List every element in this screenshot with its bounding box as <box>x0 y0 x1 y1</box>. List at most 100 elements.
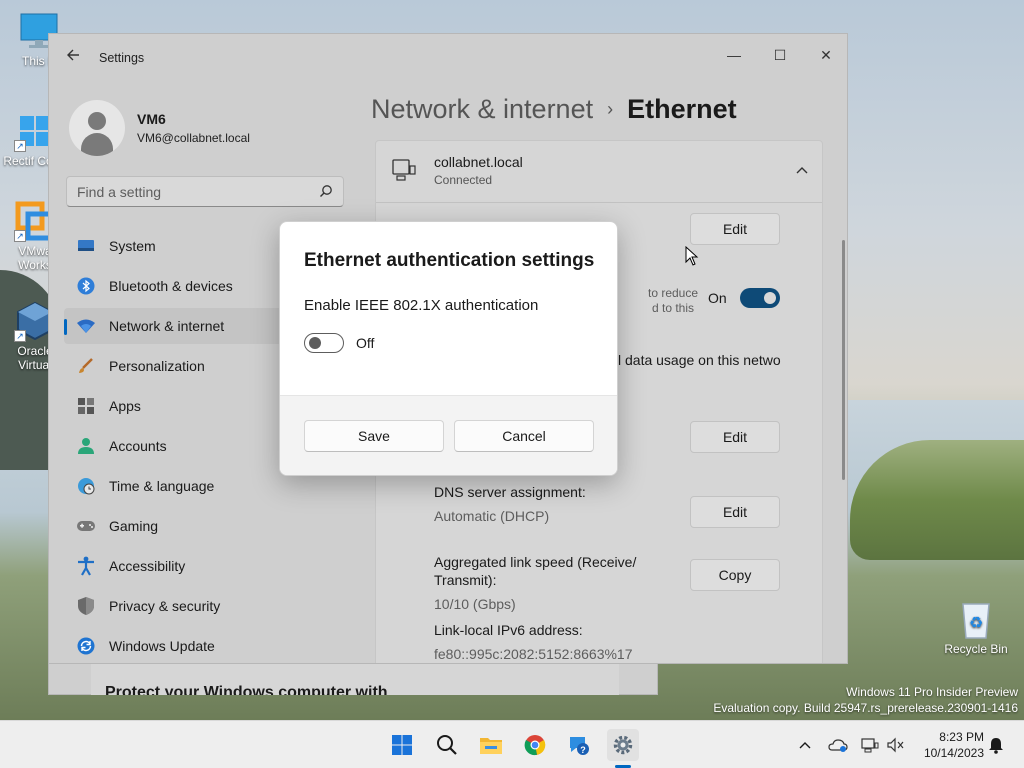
profile-email: VM6@collabnet.local <box>137 131 250 145</box>
onedrive-icon[interactable] <box>828 735 848 755</box>
chevron-up-icon[interactable] <box>796 161 808 177</box>
sidebar-item-label: Bluetooth & devices <box>109 278 233 294</box>
profile-name: VM6 <box>137 111 166 127</box>
app-title: Settings <box>99 51 145 65</box>
shortcut-arrow-icon: ↗ <box>14 140 26 152</box>
sidebar-item-gaming[interactable]: Gaming <box>64 508 354 544</box>
svg-text:?: ? <box>580 745 586 755</box>
data-usage-text: l data usage on this netwo <box>618 352 781 368</box>
clock-date: 10/14/2023 <box>923 746 984 760</box>
metered-description: d to this <box>652 301 695 315</box>
gamepad-icon <box>76 516 96 536</box>
shortcut-arrow-icon: ↗ <box>14 330 26 342</box>
dialog-title: Ethernet authentication settings <box>304 250 595 271</box>
link-speed-value: 10/10 (Gbps) <box>434 596 516 612</box>
title-bar: Settings — ☐ ✕ <box>49 34 847 82</box>
search-icon[interactable] <box>319 184 333 198</box>
sidebar-item-label: Gaming <box>109 518 159 534</box>
help-icon[interactable]: ? <box>563 729 595 761</box>
sidebar-item-label: Accessibility <box>109 558 186 574</box>
ipv6-value: fe80::995c:2082:5152:8663%17 <box>434 646 633 662</box>
chevron-up-icon[interactable] <box>795 735 815 755</box>
sidebar-item-label: Accounts <box>109 438 167 454</box>
build-watermark: Windows 11 Pro Insider Preview Evaluatio… <box>713 684 1018 716</box>
dns-label: DNS server assignment: <box>434 484 586 500</box>
metered-state: On <box>708 290 727 306</box>
search-icon[interactable] <box>431 729 463 761</box>
wifi-icon <box>76 316 96 336</box>
shield-icon <box>76 596 96 616</box>
sidebar-item-windows-update[interactable]: Windows Update <box>64 628 354 663</box>
maximize-button[interactable]: ☐ <box>757 40 803 70</box>
bluetooth-icon <box>76 276 96 296</box>
desktop-icon-label: Recycle Bin <box>944 642 1008 656</box>
ethernet-icon <box>392 158 416 182</box>
page-title: Ethernet <box>627 94 737 124</box>
system-clock[interactable]: 8:23 PM 10/14/2023 <box>912 729 984 761</box>
apps-icon <box>76 396 96 416</box>
person-icon <box>76 436 96 456</box>
watermark-line: Evaluation copy. Build 25947.rs_prerelea… <box>713 701 1018 715</box>
notification-bell-icon[interactable] <box>986 735 1006 755</box>
close-button[interactable]: ✕ <box>803 40 847 70</box>
minimize-button[interactable]: — <box>711 40 757 70</box>
globe-clock-icon <box>76 476 96 496</box>
taskbar: ? 8:23 PM 10/14/2023 <box>0 720 1024 768</box>
settings-icon[interactable] <box>607 729 639 761</box>
connection-status: Connected <box>434 173 493 187</box>
watermark-line: Windows 11 Pro Insider Preview <box>846 685 1018 699</box>
dialog-footer: Save Cancel <box>280 395 617 475</box>
monitor-icon <box>76 236 96 256</box>
brush-icon <box>76 356 96 376</box>
sidebar-item-accessibility[interactable]: Accessibility <box>64 548 354 584</box>
network-icon[interactable] <box>860 735 880 755</box>
search-box <box>66 176 344 207</box>
sidebar-item-label: Privacy & security <box>109 598 221 614</box>
file-explorer-icon[interactable] <box>475 729 507 761</box>
sidebar-item-label: Network & internet <box>109 318 225 334</box>
edit-dns-button[interactable]: Edit <box>690 496 780 528</box>
sidebar-item-label: Windows Update <box>109 638 215 654</box>
breadcrumb-parent[interactable]: Network & internet <box>371 94 593 125</box>
svg-text:♻: ♻ <box>969 615 983 632</box>
scrollbar[interactable] <box>842 240 845 480</box>
dns-value: Automatic (DHCP) <box>434 508 550 524</box>
chrome-icon[interactable] <box>519 729 551 761</box>
volume-muted-icon[interactable] <box>885 735 905 755</box>
search-input[interactable] <box>67 177 307 206</box>
shortcut-arrow-icon: ↗ <box>14 230 26 242</box>
back-arrow-icon[interactable] <box>63 48 83 68</box>
update-icon <box>76 636 96 656</box>
edit-authentication-button[interactable]: Edit <box>690 213 780 245</box>
clock-time: 8:23 PM <box>939 730 984 744</box>
desktop-icon-recycle-bin[interactable]: ♻ Recycle Bin <box>940 598 1012 656</box>
toggle-state-text: Off <box>356 335 375 351</box>
ieee-8021x-toggle[interactable] <box>304 333 344 353</box>
copy-button[interactable]: Copy <box>690 559 780 591</box>
mouse-cursor-icon <box>685 245 699 266</box>
connection-header[interactable]: collabnet.local Connected <box>376 141 822 203</box>
sidebar-item-label: Apps <box>109 398 141 414</box>
start-icon[interactable] <box>386 729 418 761</box>
avatar <box>69 100 125 156</box>
metered-toggle[interactable] <box>740 288 780 308</box>
background-window: Protect your Windows computer with <box>48 664 658 695</box>
sidebar-item-label: Personalization <box>109 358 205 374</box>
background-window-text: Protect your Windows computer with <box>105 684 388 695</box>
ieee-8021x-label: Enable IEEE 802.1X authentication <box>304 297 539 314</box>
profile[interactable]: VM6 VM6@collabnet.local <box>69 100 250 156</box>
ethernet-auth-dialog: Ethernet authentication settings Enable … <box>279 221 618 476</box>
recycle-bin-icon: ♻ <box>955 598 997 640</box>
breadcrumb: Network & internet › Ethernet <box>371 94 737 125</box>
breadcrumb-separator: › <box>607 99 614 119</box>
edit-ip-button[interactable]: Edit <box>690 421 780 453</box>
sidebar-item-label: System <box>109 238 156 254</box>
connection-name: collabnet.local <box>434 154 523 170</box>
cancel-button[interactable]: Cancel <box>454 420 594 452</box>
sidebar-item-label: Time & language <box>109 478 215 494</box>
save-button[interactable]: Save <box>304 420 444 452</box>
accessibility-icon <box>76 556 96 576</box>
ipv6-label: Link-local IPv6 address: <box>434 622 583 638</box>
metered-description: to reduce <box>648 286 699 300</box>
sidebar-item-privacy[interactable]: Privacy & security <box>64 588 354 624</box>
